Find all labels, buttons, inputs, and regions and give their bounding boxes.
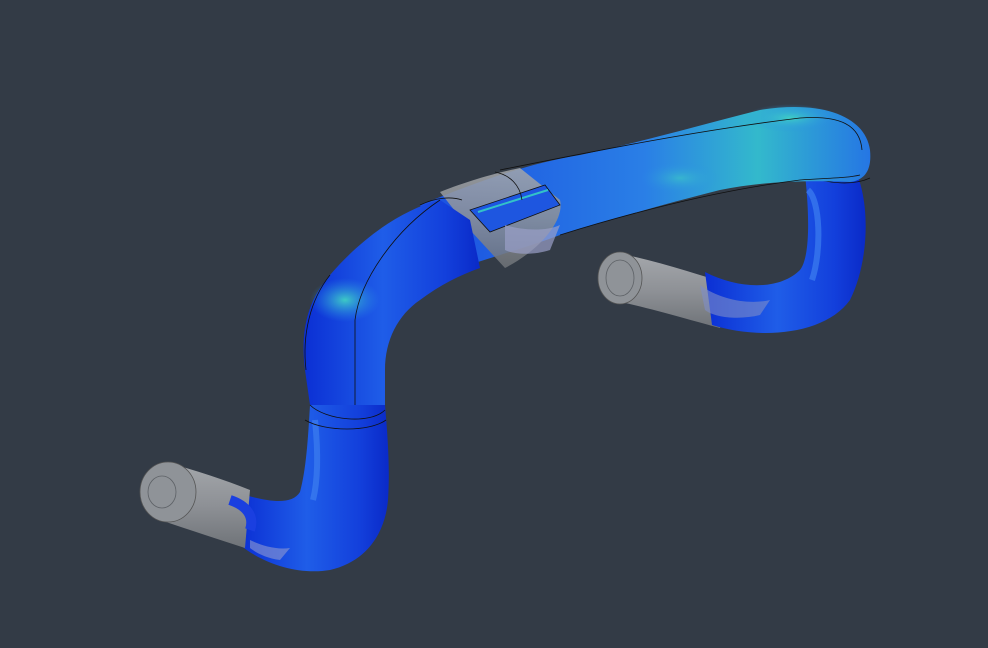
3d-viewport[interactable] xyxy=(0,0,988,648)
viewport-background xyxy=(0,0,988,648)
model-canvas[interactable] xyxy=(0,0,988,648)
